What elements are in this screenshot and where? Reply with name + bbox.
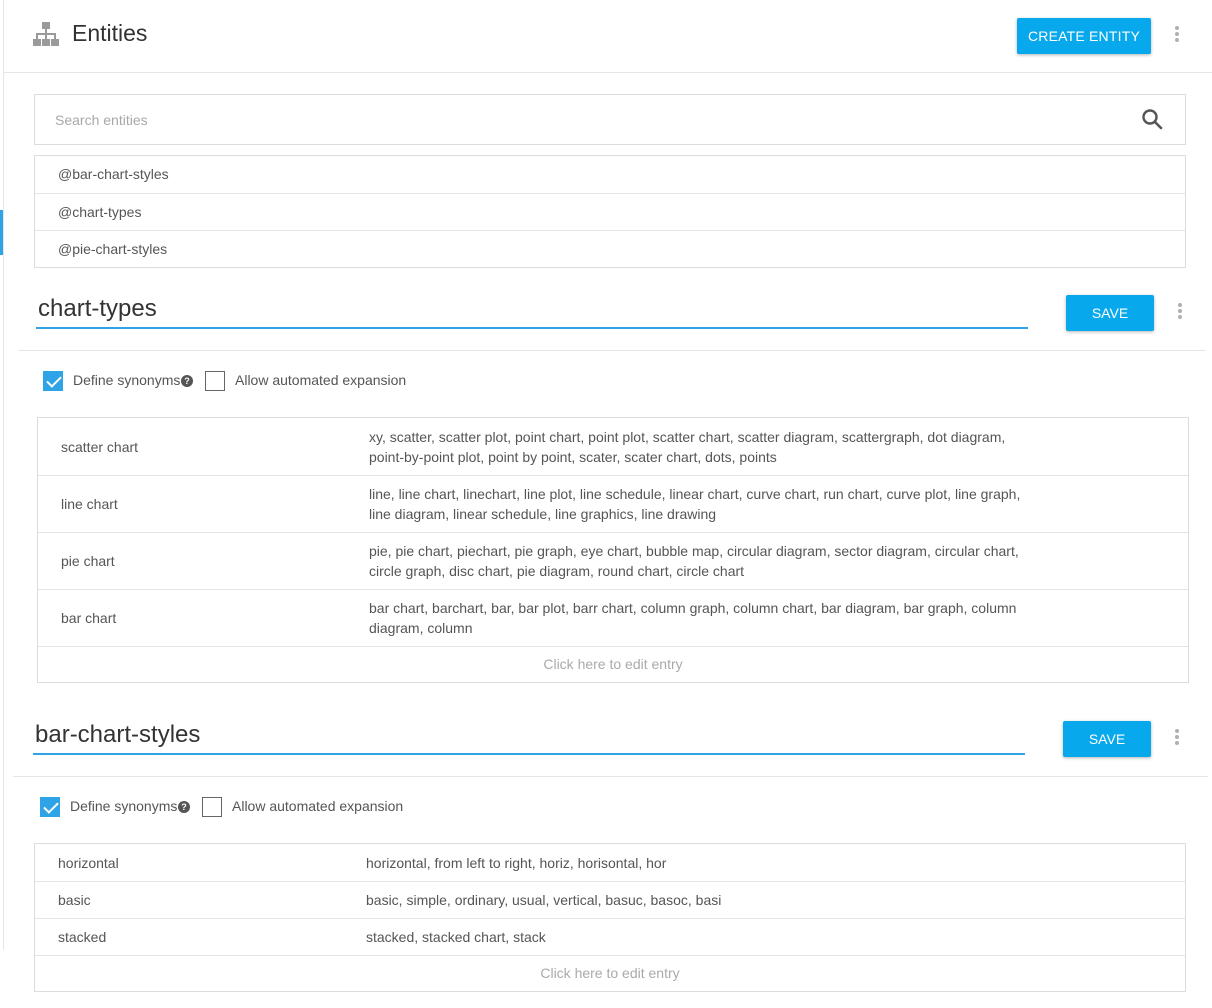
help-circle-icon[interactable]: ? <box>181 375 193 387</box>
entry-synonyms: stacked, stacked chart, stack <box>366 929 546 945</box>
table-row[interactable]: basic basic, simple, ordinary, usual, ve… <box>35 881 1185 918</box>
entry-synonyms: pie, pie chart, piechart, pie graph, eye… <box>369 543 1019 579</box>
table-row[interactable]: scatter chart xy, scatter, scatter plot,… <box>38 418 1188 475</box>
entry-value: pie chart <box>61 553 115 569</box>
entries-table: scatter chart xy, scatter, scatter plot,… <box>37 417 1189 683</box>
help-circle-icon[interactable]: ? <box>178 801 190 813</box>
search-icon[interactable] <box>1141 108 1163 130</box>
more-vert-icon[interactable] <box>1175 301 1185 321</box>
entry-synonyms: horizontal, from left to right, horiz, h… <box>366 854 667 871</box>
search-input[interactable] <box>55 109 1105 131</box>
entry-synonyms: xy, scatter, scatter plot, point chart, … <box>369 428 1006 465</box>
entity-name-field[interactable]: bar-chart-styles <box>33 719 1025 755</box>
page-title: Entities <box>72 20 148 46</box>
entry-synonyms: line, line chart, linechart, line plot, … <box>369 486 1021 522</box>
define-synonyms-label: Define synonyms <box>70 798 178 814</box>
define-synonyms-checkbox[interactable] <box>43 371 63 391</box>
save-button[interactable]: SAVE <box>1066 295 1154 331</box>
auto-expansion-label: Allow automated expansion <box>235 372 407 388</box>
auto-expansion-checkbox[interactable] <box>202 797 222 817</box>
table-row[interactable]: line chart line, line chart, linechart, … <box>38 475 1188 532</box>
page-header: Entities CREATE ENTITY <box>4 0 1212 73</box>
entry-value: horizontal <box>58 854 119 871</box>
save-button[interactable]: SAVE <box>1063 721 1151 757</box>
entries-table: horizontal horizontal, from left to righ… <box>34 843 1186 992</box>
table-row[interactable]: bar chart bar chart, barchart, bar, bar … <box>38 589 1188 646</box>
table-row[interactable]: pie chart pie, pie chart, piechart, pie … <box>38 532 1188 589</box>
define-synonyms-label: Define synonyms <box>73 372 181 388</box>
entry-value: stacked <box>58 929 107 945</box>
search-box <box>34 94 1186 145</box>
edit-entry-link[interactable]: Click here to edit entry <box>35 955 1185 991</box>
entry-synonyms: basic, simple, ordinary, usual, vertical… <box>366 892 722 908</box>
more-vert-icon[interactable] <box>1172 24 1182 44</box>
entry-value: bar chart <box>61 610 117 626</box>
auto-expansion-checkbox[interactable] <box>205 371 225 391</box>
entry-synonyms: bar chart, barchart, bar, bar plot, barr… <box>369 600 1017 636</box>
section-divider <box>18 350 1206 351</box>
entity-name-field[interactable]: chart-types <box>36 293 1028 329</box>
entity-list: @bar-chart-styles @chart-types @pie-char… <box>34 155 1186 268</box>
entry-value: scatter chart <box>61 438 139 455</box>
left-rail <box>0 0 4 950</box>
entity-list-item[interactable]: @bar-chart-styles <box>35 156 1185 193</box>
entity-list-item[interactable]: @chart-types <box>35 193 1185 230</box>
left-rail-active-marker <box>0 210 3 255</box>
entry-value: basic <box>58 892 91 908</box>
auto-expansion-label: Allow automated expansion <box>232 798 404 814</box>
section-divider <box>13 776 1208 777</box>
create-entity-button[interactable]: CREATE ENTITY <box>1017 18 1151 54</box>
entry-value: line chart <box>61 496 118 512</box>
define-synonyms-checkbox[interactable] <box>40 797 60 817</box>
more-vert-icon[interactable] <box>1172 727 1182 747</box>
sitemap-icon <box>33 22 59 46</box>
table-row[interactable]: stacked stacked, stacked chart, stack <box>35 918 1185 955</box>
entity-list-item[interactable]: @pie-chart-styles <box>35 230 1185 267</box>
edit-entry-link[interactable]: Click here to edit entry <box>38 646 1188 682</box>
table-row[interactable]: horizontal horizontal, from left to righ… <box>35 844 1185 881</box>
